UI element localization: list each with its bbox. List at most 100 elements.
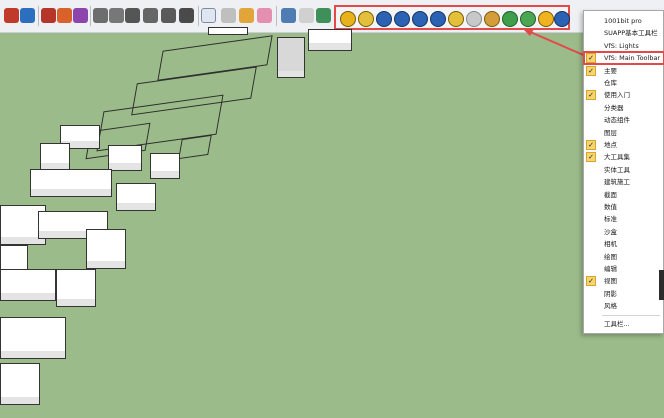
vfs-rt-icon[interactable] — [394, 11, 410, 27]
menu-item[interactable]: 动态组件 — [584, 114, 664, 126]
white-building — [56, 269, 96, 307]
vfs-help-icon[interactable] — [430, 11, 446, 27]
menu-item-label: 图层 — [604, 128, 617, 137]
camera-icon[interactable] — [73, 8, 88, 23]
white-building — [0, 317, 66, 359]
checkmark-icon: ✓ — [586, 65, 596, 76]
menu-item-label: 1001bit pro — [604, 17, 642, 25]
menu-item-label: 风格 — [604, 302, 617, 311]
vfs-tag2-icon[interactable] — [448, 11, 464, 27]
tower-building — [208, 27, 248, 35]
menu-item[interactable]: 沙盒 — [584, 226, 664, 238]
building-side — [108, 163, 142, 171]
paint-icon[interactable] — [57, 8, 72, 23]
building-side — [150, 171, 180, 179]
menu-item-label: 截面 — [604, 190, 617, 199]
menu-item[interactable]: 分类器 — [584, 102, 664, 114]
menu-item-label: VfS: Lights — [604, 41, 639, 50]
white-building — [150, 153, 180, 179]
menu-item-label: 动态组件 — [604, 116, 630, 125]
vfs-b-icon[interactable] — [376, 11, 392, 27]
menu-item[interactable]: ✓ 使用入门 — [584, 89, 664, 101]
menu-item[interactable]: ✓ 视图 — [584, 275, 664, 287]
menu-item-label: 地点 — [604, 141, 617, 149]
warehouse-icon[interactable] — [143, 8, 158, 23]
menu-item[interactable]: ✓ 主要 — [584, 65, 664, 77]
white-building — [116, 183, 156, 211]
vfs-sun-icon[interactable] — [538, 11, 554, 27]
building-side — [277, 71, 305, 78]
white-building — [30, 169, 112, 197]
component-box-icon[interactable] — [221, 8, 236, 23]
menu-item[interactable]: 仓库 — [584, 77, 664, 89]
menu-item[interactable]: ✓ VfS: Main Toolbar — [583, 51, 664, 66]
menu-item-label: 沙盒 — [604, 227, 617, 236]
home2-icon[interactable] — [179, 8, 194, 23]
building-side — [56, 299, 96, 307]
building-side — [86, 261, 126, 269]
warehouse2-icon[interactable] — [161, 8, 176, 23]
white-building — [0, 269, 56, 301]
menu-item-label: 主要 — [604, 66, 617, 75]
toolbars-context-menu: 1001bit pro SUAPP基本工具栏 VfS: Lights ✓ VfS: Ma… — [583, 10, 664, 334]
menu-item[interactable]: 实体工具 — [584, 164, 664, 176]
white-building — [0, 363, 40, 405]
menu-item-label: 阴影 — [604, 289, 617, 298]
menu-item[interactable]: 风格 — [584, 300, 664, 312]
house2-icon[interactable] — [109, 8, 124, 23]
menu-item[interactable]: 数值 — [584, 201, 664, 213]
menu-item[interactable]: 截面 — [584, 189, 664, 201]
toolbar-separator — [276, 6, 277, 26]
toolbar-separator — [90, 6, 91, 26]
paint-bucket-icon[interactable] — [239, 8, 254, 23]
menu-item[interactable]: ✓ 地点 — [584, 139, 664, 151]
import-icon[interactable] — [316, 8, 331, 23]
checkmark-icon: ✓ — [586, 90, 596, 101]
section-icon[interactable] — [299, 8, 314, 23]
menu-item[interactable]: 标准 — [584, 213, 664, 225]
vfs-tree2-icon[interactable] — [520, 11, 536, 27]
menu-item[interactable]: 阴影 — [584, 288, 664, 300]
select-arrow-icon[interactable] — [201, 8, 216, 23]
menu-item[interactable]: VfS: Lights — [584, 40, 664, 52]
menu-item[interactable]: SUAPP基本工具栏 — [584, 27, 664, 39]
move-icon[interactable] — [4, 8, 19, 23]
white-building — [60, 125, 100, 149]
checkmark-icon: ✓ — [586, 276, 596, 287]
vfs-dot-icon[interactable] — [466, 11, 482, 27]
home-icon[interactable] — [125, 8, 140, 23]
menu-item-label: 使用入门 — [604, 91, 630, 100]
menu-item[interactable]: 图层 — [584, 127, 664, 139]
menu-item[interactable]: 编辑 — [584, 263, 664, 275]
toolbar-separator — [198, 6, 199, 26]
layer-icon[interactable] — [281, 8, 296, 23]
menu-item[interactable]: 1001bit pro — [584, 15, 664, 27]
menu-item-label: 仓库 — [604, 79, 617, 87]
toolbar-separator — [38, 6, 39, 26]
vfs-info-icon[interactable] — [554, 11, 570, 27]
vfs-m-icon[interactable] — [340, 11, 356, 27]
vfs-cross-icon[interactable] — [484, 11, 500, 27]
scroll-grip[interactable] — [659, 270, 664, 300]
building-side — [30, 189, 112, 197]
eraser-icon[interactable] — [257, 8, 272, 23]
building-side — [116, 203, 156, 211]
house-icon[interactable] — [93, 8, 108, 23]
menu-item[interactable]: 绘图 — [584, 251, 664, 263]
menu-separator — [602, 314, 660, 316]
rotate-icon[interactable] — [20, 8, 35, 23]
menu-item[interactable]: 建筑施工 — [584, 176, 664, 188]
checkmark-icon: ✓ — [586, 140, 596, 150]
3d-viewport[interactable] — [0, 27, 664, 418]
vfs-br-icon[interactable] — [412, 11, 428, 27]
menu-item[interactable]: 相机 — [584, 238, 664, 250]
vfs-tag-icon[interactable] — [358, 11, 374, 27]
menu-item-toolbars[interactable]: 工具栏... — [584, 318, 664, 330]
vfs-tree-icon[interactable] — [502, 11, 518, 27]
menu-item[interactable]: ✓ 大工具集 — [584, 151, 664, 163]
menu-item-label: SUAPP基本工具栏 — [604, 29, 658, 38]
white-building — [108, 145, 142, 171]
vfs-main-toolbar — [334, 5, 570, 30]
component-icon[interactable] — [41, 8, 56, 23]
tower-building — [308, 29, 352, 51]
